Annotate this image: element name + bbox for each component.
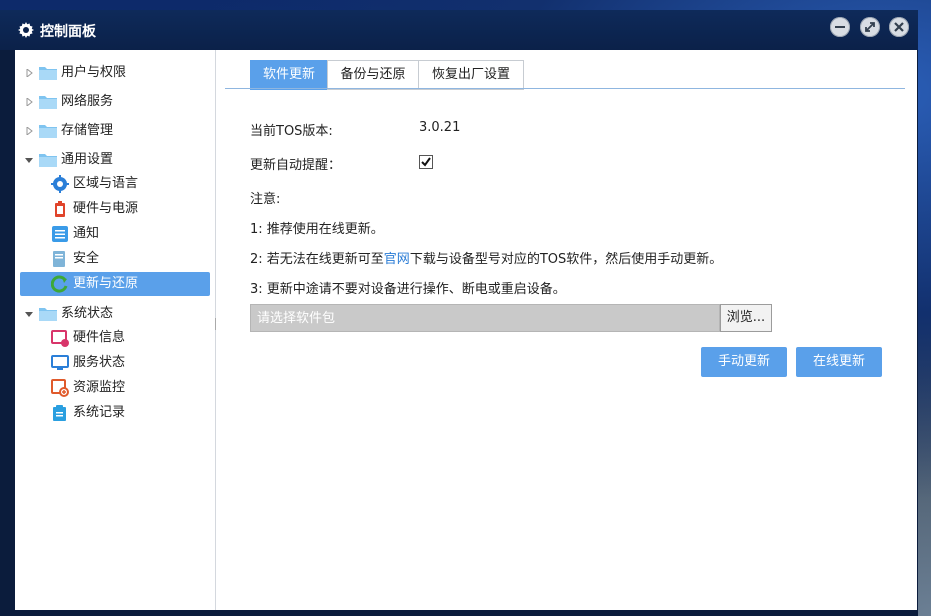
sidebar-item-label: 服务状态	[73, 355, 126, 370]
sidebar-item-label: 硬件与电源	[73, 201, 139, 216]
notification-list-icon	[52, 226, 68, 242]
sidebar-item-label: 资源监控	[73, 380, 126, 395]
sidebar-resize-handle[interactable]	[215, 318, 219, 330]
note-2-suffix: 下载与设备型号对应的TOS软件，然后使用手动更新。	[409, 252, 723, 267]
tab-divider	[225, 88, 905, 89]
sidebar-group-label: 存储管理	[61, 123, 114, 138]
sidebar-item-hardware-info[interactable]: 硬件信息	[20, 326, 210, 350]
sidebar-tree: 用户与权限 网络服务 存储管理 通用设置 区域与语言 硬件与电源 通知 安全 更…	[15, 50, 216, 610]
window-content: 用户与权限 网络服务 存储管理 通用设置 区域与语言 硬件与电源 通知 安全 更…	[15, 50, 917, 610]
note-title: 注意:	[250, 192, 281, 207]
sidebar-item-label: 通知	[73, 226, 100, 241]
sidebar-item-label: 系统记录	[73, 405, 126, 420]
chevron-down-icon	[25, 158, 33, 163]
sidebar-item-label: 区域与语言	[73, 176, 139, 191]
main-panel: 软件更新 备份与还原 恢复出厂设置 当前TOS版本: 3.0.21 更新自动提醒…	[225, 50, 917, 610]
region-gear-icon	[51, 175, 69, 193]
refresh-icon	[51, 275, 68, 293]
folder-icon	[39, 96, 57, 109]
sidebar-item-label: 安全	[73, 251, 100, 266]
sidebar-group-label: 系统状态	[61, 306, 114, 321]
sidebar-item-notification[interactable]: 通知	[20, 222, 210, 246]
control-panel-window: 控制面板 用户与权限 网络服务 存储管理 通用设置 区域与语言 硬件与电源 通知…	[0, 10, 918, 616]
maximize-button[interactable]	[860, 17, 880, 37]
folder-icon	[39, 154, 57, 167]
expand-icon	[865, 22, 875, 32]
close-icon	[894, 22, 904, 32]
sidebar-group-storage[interactable]: 存储管理	[15, 120, 211, 142]
sidebar-group-label: 网络服务	[61, 94, 114, 109]
chevron-right-icon	[26, 98, 33, 106]
sidebar-item-security[interactable]: 安全	[20, 247, 210, 271]
resource-monitor-icon	[51, 379, 69, 397]
minimize-button[interactable]	[830, 17, 850, 37]
security-document-icon	[53, 251, 65, 267]
folder-icon	[39, 125, 57, 138]
auto-remind-label: 更新自动提醒：	[250, 158, 342, 173]
version-value: 3.0.21	[419, 120, 461, 135]
window-title: 控制面板	[40, 24, 96, 40]
sidebar-item-service-status[interactable]: 服务状态	[20, 351, 210, 375]
minimize-icon	[835, 26, 845, 28]
sidebar-item-hardware-power[interactable]: 硬件与电源	[20, 197, 210, 221]
hardware-info-icon	[51, 330, 69, 347]
sidebar-group-label: 通用设置	[61, 152, 114, 167]
folder-icon	[39, 308, 57, 321]
sidebar-group-users[interactable]: 用户与权限	[15, 62, 211, 84]
sidebar-group-network[interactable]: 网络服务	[15, 91, 211, 113]
sidebar-item-system-log[interactable]: 系统记录	[20, 401, 210, 425]
close-button[interactable]	[889, 17, 909, 37]
sidebar-group-general[interactable]: 通用设置	[15, 149, 211, 171]
official-site-link[interactable]: 官网	[384, 252, 410, 267]
version-label: 当前TOS版本:	[250, 124, 333, 139]
note-2-prefix: 2: 若无法在线更新可至	[250, 252, 384, 267]
sidebar-group-label: 用户与权限	[61, 65, 127, 80]
folder-icon	[39, 67, 57, 80]
checkmark-icon	[421, 157, 431, 167]
tab-software-update[interactable]: 软件更新	[250, 60, 328, 90]
system-log-icon	[53, 405, 66, 421]
browse-button[interactable]: 浏览...	[720, 304, 772, 332]
note-1: 1: 推荐使用在线更新。	[250, 222, 384, 237]
note-3: 3: 更新中途请不要对设备进行操作、断电或重启设备。	[250, 282, 566, 297]
gear-icon	[18, 22, 34, 38]
auto-remind-checkbox[interactable]	[419, 155, 433, 169]
sidebar-item-label: 硬件信息	[73, 330, 126, 345]
chevron-right-icon	[26, 127, 33, 135]
chevron-right-icon	[26, 69, 33, 77]
monitor-icon	[51, 355, 69, 370]
online-update-button[interactable]: 在线更新	[796, 347, 882, 377]
sidebar-item-resource-monitor[interactable]: 资源监控	[20, 376, 210, 400]
battery-icon	[55, 201, 65, 217]
package-file-input[interactable]: 请选择软件包	[250, 304, 720, 332]
sidebar-item-update-restore[interactable]: 更新与还原	[20, 272, 210, 296]
tab-backup-restore[interactable]: 备份与还原	[327, 60, 419, 90]
sidebar-item-label: 更新与还原	[73, 276, 139, 291]
tab-factory-reset[interactable]: 恢复出厂设置	[418, 60, 524, 90]
chevron-down-icon	[25, 312, 33, 317]
note-2: 2: 若无法在线更新可至官网下载与设备型号对应的TOS软件，然后使用手动更新。	[250, 248, 722, 267]
title-bar[interactable]: 控制面板	[0, 10, 918, 50]
manual-update-button[interactable]: 手动更新	[701, 347, 787, 377]
sidebar-item-region-language[interactable]: 区域与语言	[20, 172, 210, 196]
sidebar-group-system-status[interactable]: 系统状态	[15, 303, 211, 325]
